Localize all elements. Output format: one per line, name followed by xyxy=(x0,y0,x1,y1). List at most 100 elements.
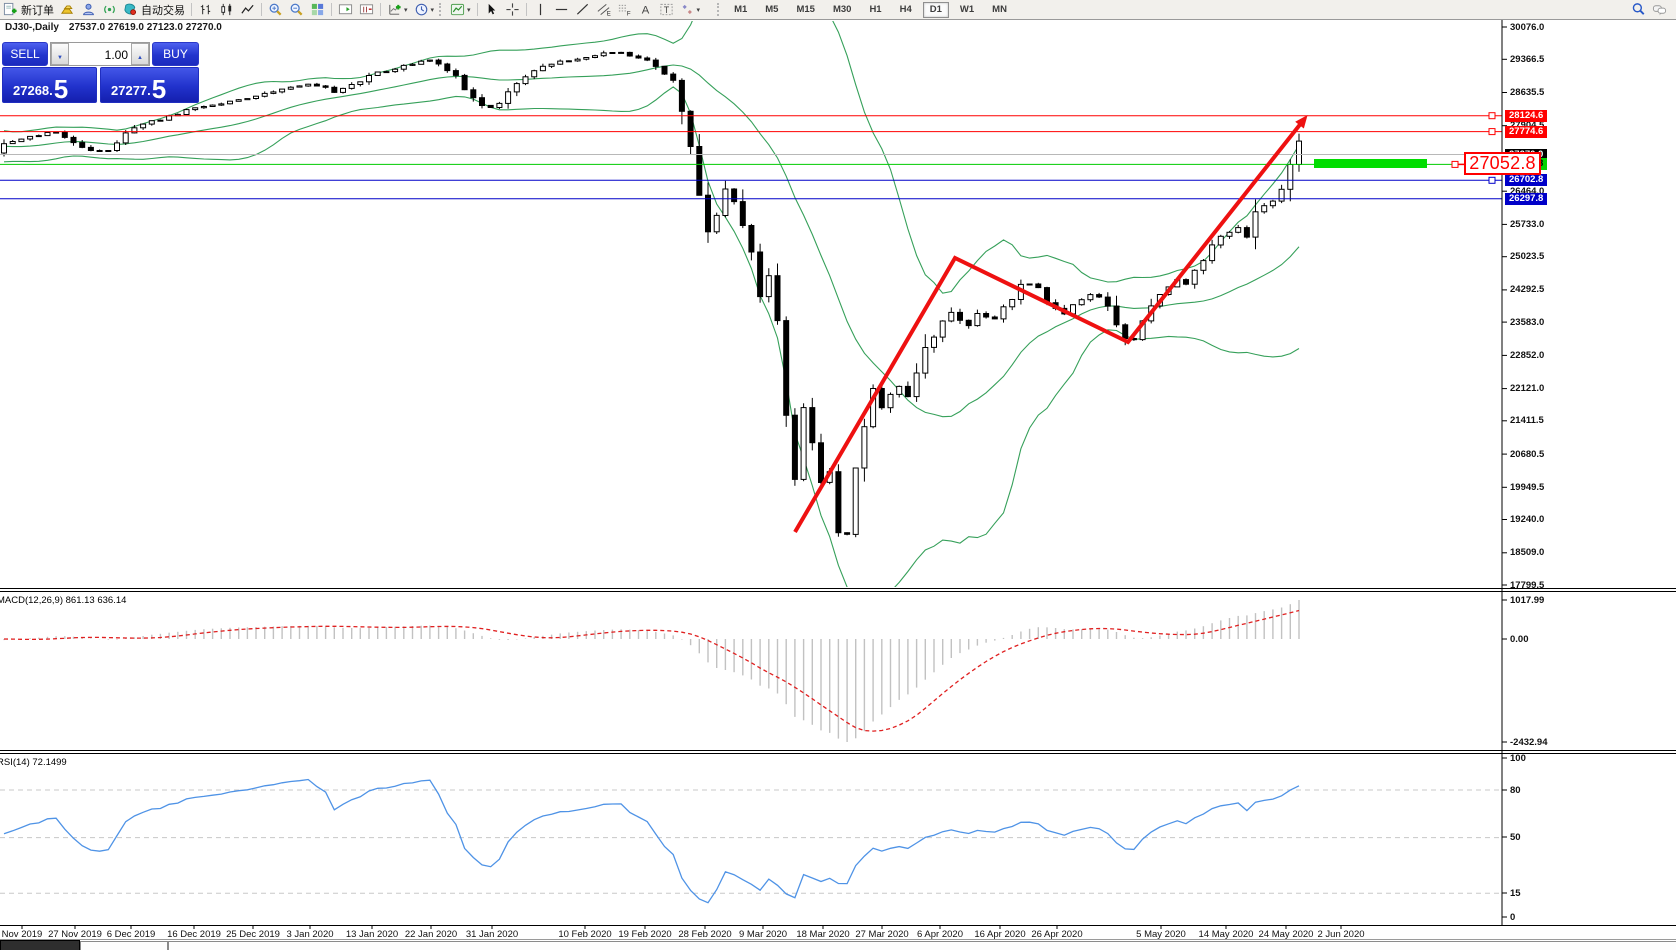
date-tick-label: 5 May 2020 xyxy=(1136,929,1186,940)
date-tick-label: 27 Nov 2019 xyxy=(48,929,102,940)
community-chat-button[interactable] xyxy=(1649,1,1670,18)
timeframe-m15[interactable]: M15 xyxy=(789,2,821,18)
timeframe-h4[interactable]: H4 xyxy=(893,2,919,18)
date-tick-label: 2 Jun 2020 xyxy=(1317,929,1364,940)
sell-price-display[interactable]: 27268.5 xyxy=(2,67,97,103)
price-tick-label: 18509.0 xyxy=(1510,547,1544,558)
volume-input[interactable] xyxy=(69,43,131,65)
price-annotation-label[interactable]: 27052.8 xyxy=(1464,152,1541,175)
chart-ohlc-values: 27537.0 27619.0 27123.0 27270.0 xyxy=(69,22,222,33)
auto-scroll-button[interactable] xyxy=(335,1,356,18)
add-indicator-icon xyxy=(387,2,402,17)
timeframe-m30[interactable]: M30 xyxy=(826,2,858,18)
autotrading-button[interactable]: 自动交易 xyxy=(120,1,188,18)
text-tool-button[interactable]: A xyxy=(635,1,656,18)
price-level-badge[interactable]: 26702.8 xyxy=(1505,174,1547,186)
auto-scroll-icon xyxy=(338,2,353,17)
date-tick-label: 6 Apr 2020 xyxy=(917,929,963,940)
price-level-badge[interactable]: 27774.6 xyxy=(1505,126,1547,138)
fibonacci-icon: F xyxy=(617,2,632,17)
timeframe-m5[interactable]: M5 xyxy=(758,2,785,18)
price-tick-label: 22121.0 xyxy=(1510,383,1544,394)
zoom-in-button[interactable] xyxy=(265,1,286,18)
autotrading-icon xyxy=(123,2,138,17)
chart-shift-button[interactable] xyxy=(356,1,377,18)
chat-bubbles-icon xyxy=(1652,2,1667,17)
buy-button[interactable]: BUY xyxy=(152,42,199,66)
timeframe-mn[interactable]: MN xyxy=(985,2,1014,18)
bar-chart-icon xyxy=(198,2,213,17)
crosshair-tool-button[interactable] xyxy=(502,1,523,18)
sell-button[interactable]: SELL xyxy=(2,42,48,66)
mt4-terminal-window: 新订单 自动交易 xyxy=(0,0,1676,950)
timeframe-d1[interactable]: D1 xyxy=(923,2,949,18)
rsi-pane xyxy=(0,780,1502,903)
buy-price-display[interactable]: 27277.5 xyxy=(100,67,199,103)
rsi-scale-label: 80 xyxy=(1510,785,1521,796)
dropdown-arrow-icon: ▾ xyxy=(404,6,408,14)
template-menu-button[interactable]: ▾ xyxy=(447,1,474,18)
new-order-button[interactable]: 新订单 xyxy=(0,1,57,18)
date-tick-label: 26 Apr 2020 xyxy=(1031,929,1082,940)
svg-text:A: A xyxy=(641,5,649,17)
price-tick-label: 19240.0 xyxy=(1510,514,1544,525)
chart-tab-active[interactable] xyxy=(0,940,80,950)
price-tick-label: 24292.5 xyxy=(1510,284,1544,295)
date-tick-label: 3 Jan 2020 xyxy=(286,929,333,940)
volume-decrease-button[interactable]: ▼ xyxy=(51,43,69,65)
chart-tab[interactable] xyxy=(80,941,168,950)
dropdown-arrow-icon: ▾ xyxy=(431,6,435,14)
macd-pane xyxy=(4,600,1299,742)
cursor-tool-button[interactable] xyxy=(481,1,502,18)
dropdown-arrow-icon: ▾ xyxy=(467,6,471,14)
price-level-badge[interactable]: 26297.8 xyxy=(1505,193,1547,205)
timeframe-m1[interactable]: M1 xyxy=(727,2,754,18)
svg-text:F: F xyxy=(626,11,630,17)
profile-button[interactable] xyxy=(78,1,99,18)
price-level-badge[interactable]: 28124.6 xyxy=(1505,110,1547,122)
zoom-out-button[interactable] xyxy=(286,1,307,18)
bar-chart-mode-button[interactable] xyxy=(195,1,216,18)
timeframe-w1[interactable]: W1 xyxy=(953,2,981,18)
chart-template-icon xyxy=(450,2,465,17)
period-menu-button[interactable]: ▾ xyxy=(411,1,438,18)
price-tick-label: 29366.5 xyxy=(1510,54,1544,65)
date-tick-label: 13 Jan 2020 xyxy=(346,929,398,940)
date-tick-label: 14 May 2020 xyxy=(1199,929,1254,940)
one-click-trading-panel: SELL ▼ ▲ BUY 27268.5 27277.5 xyxy=(2,42,199,103)
main-toolbar: 新订单 自动交易 xyxy=(0,0,1676,20)
chart-canvas[interactable] xyxy=(0,0,1676,950)
equidistant-channel-tool-button[interactable]: E xyxy=(593,1,614,18)
horizontal-line-tool-button[interactable] xyxy=(551,1,572,18)
zoom-in-icon xyxy=(268,2,283,17)
timeframe-h1[interactable]: H1 xyxy=(862,2,888,18)
line-chart-mode-button[interactable] xyxy=(237,1,258,18)
vertical-line-icon xyxy=(533,2,548,17)
fibonacci-tool-button[interactable]: F xyxy=(614,1,635,18)
signals-button[interactable] xyxy=(99,1,120,18)
autotrading-label: 自动交易 xyxy=(141,2,185,18)
new-order-icon xyxy=(3,2,18,17)
trendline-tool-button[interactable] xyxy=(572,1,593,18)
date-tick-label: 19 Feb 2020 xyxy=(618,929,671,940)
vertical-line-tool-button[interactable] xyxy=(530,1,551,18)
rsi-indicator-label: RSI(14) 72.1499 xyxy=(0,757,67,768)
rsi-scale-label: 50 xyxy=(1510,832,1521,843)
price-tick-label: 22852.0 xyxy=(1510,350,1544,361)
date-tick-label: 18 Mar 2020 xyxy=(796,929,849,940)
market-watch-button[interactable] xyxy=(57,1,78,18)
cursor-arrow-icon xyxy=(484,2,499,17)
indicators-menu-button[interactable]: ▾ xyxy=(384,1,411,18)
search-button[interactable] xyxy=(1628,1,1649,18)
text-label-tool-button[interactable]: T xyxy=(656,1,677,18)
price-tick-label: 17799.5 xyxy=(1510,580,1544,591)
candle-chart-mode-button[interactable] xyxy=(216,1,237,18)
chart-shift-icon xyxy=(359,2,374,17)
chart-tab-wide[interactable] xyxy=(168,941,1676,950)
price-tick-label: 25023.5 xyxy=(1510,251,1544,262)
chart-header: DJ30-,Daily27537.0 27619.0 27123.0 27270… xyxy=(5,22,222,33)
search-icon xyxy=(1631,2,1646,17)
volume-increase-button[interactable]: ▲ xyxy=(131,43,149,65)
tile-windows-button[interactable] xyxy=(307,1,328,18)
arrows-tool-button[interactable]: ▾ xyxy=(677,1,704,18)
